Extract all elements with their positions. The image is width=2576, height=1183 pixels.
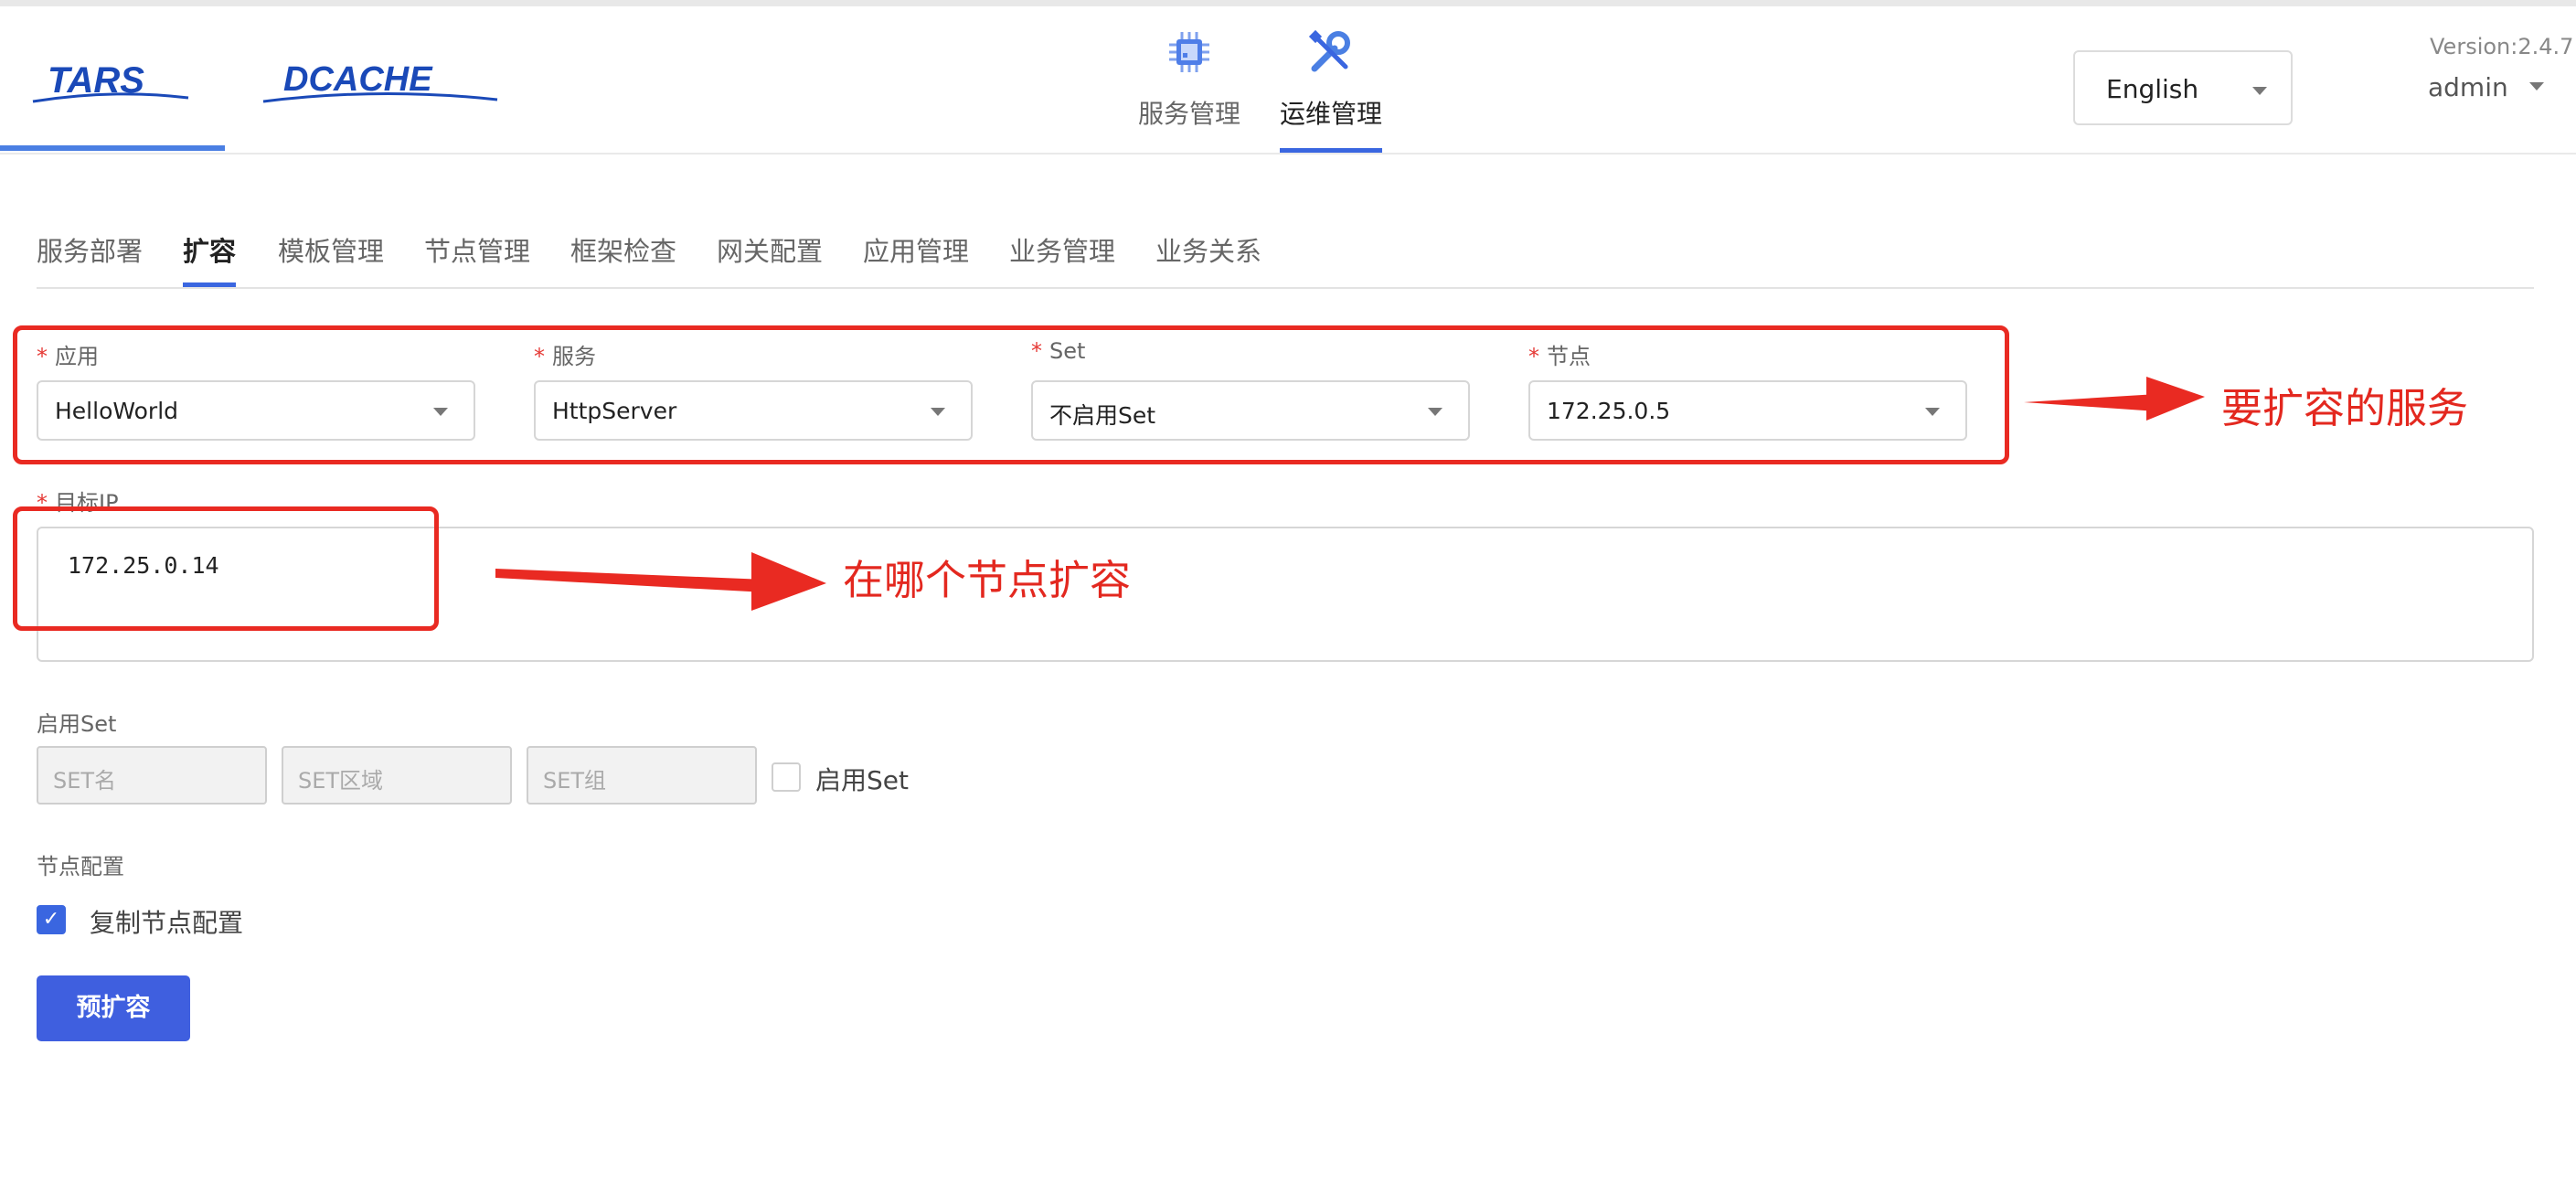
annotation-arrow-service bbox=[2024, 377, 2205, 421]
top-border bbox=[0, 0, 2576, 6]
dcache-logo-text: DCACHE bbox=[283, 60, 433, 99]
version-label: Version:2.4.7 bbox=[2430, 34, 2574, 59]
tab-service-deploy[interactable]: 服务部署 bbox=[37, 230, 143, 287]
nav-tab-ops-management[interactable]: 运维管理 bbox=[1280, 6, 1382, 153]
annotation-service-note: 要扩容的服务 bbox=[2221, 384, 2469, 432]
pre-expand-button[interactable]: 预扩容 bbox=[37, 975, 190, 1041]
user-name: admin bbox=[2428, 72, 2508, 102]
enable-set-checkbox[interactable] bbox=[772, 762, 801, 792]
nav-tab-label: 运维管理 bbox=[1280, 99, 1383, 129]
wrench-screwdriver-icon bbox=[1307, 28, 1355, 80]
set-group-input[interactable]: SET组 bbox=[527, 746, 757, 805]
dcache-logo[interactable]: DCACHE bbox=[261, 54, 499, 109]
annotation-arrow-node bbox=[495, 552, 826, 611]
node-config-section-label: 节点配置 bbox=[37, 854, 124, 879]
header: TARS DCACHE 服务管理 运维管理 English Version:2.… bbox=[0, 6, 2576, 155]
tab-node-management[interactable]: 节点管理 bbox=[424, 230, 530, 287]
language-select[interactable]: English bbox=[2073, 50, 2293, 125]
copy-node-config-checkbox[interactable]: ✓ bbox=[37, 905, 66, 934]
language-value: English bbox=[2106, 74, 2199, 104]
chevron-down-icon bbox=[2528, 82, 2544, 91]
annotation-node-note: 在哪个节点扩容 bbox=[843, 556, 1132, 604]
tab-framework-check[interactable]: 框架检查 bbox=[570, 230, 676, 287]
tab-business-management[interactable]: 业务管理 bbox=[1009, 230, 1115, 287]
set-area-input[interactable]: SET区域 bbox=[282, 746, 512, 805]
set-name-input[interactable]: SET名 bbox=[37, 746, 267, 805]
tars-logo-text: TARS bbox=[48, 60, 144, 101]
tab-template-management[interactable]: 模板管理 bbox=[278, 230, 384, 287]
enable-set-section-label: 启用Set bbox=[37, 711, 117, 737]
tab-business-relation[interactable]: 业务关系 bbox=[1155, 230, 1261, 287]
nav-tab-label: 服务管理 bbox=[1137, 99, 1240, 129]
check-icon: ✓ bbox=[42, 908, 60, 931]
tab-app-management[interactable]: 应用管理 bbox=[863, 230, 969, 287]
enable-set-checkbox-label: 启用Set bbox=[815, 765, 909, 795]
nav-tab-service-management[interactable]: 服务管理 bbox=[1130, 6, 1249, 153]
annotation-box-service bbox=[13, 325, 2009, 464]
annotation-box-target-ip bbox=[13, 506, 439, 631]
chevron-down-icon bbox=[2252, 87, 2267, 95]
user-menu[interactable]: admin bbox=[2428, 72, 2544, 102]
tab-gateway-config[interactable]: 网关配置 bbox=[717, 230, 823, 287]
sub-tabs: 服务部署 扩容 模板管理 节点管理 框架检查 网关配置 应用管理 业务管理 业务… bbox=[37, 230, 2534, 289]
tab-expand[interactable]: 扩容 bbox=[183, 230, 237, 287]
tars-logo: TARS bbox=[31, 52, 191, 109]
copy-node-config-label: 复制节点配置 bbox=[90, 908, 244, 938]
chip-icon bbox=[1166, 28, 1213, 80]
logo-tab-tars[interactable]: TARS bbox=[0, 6, 225, 151]
